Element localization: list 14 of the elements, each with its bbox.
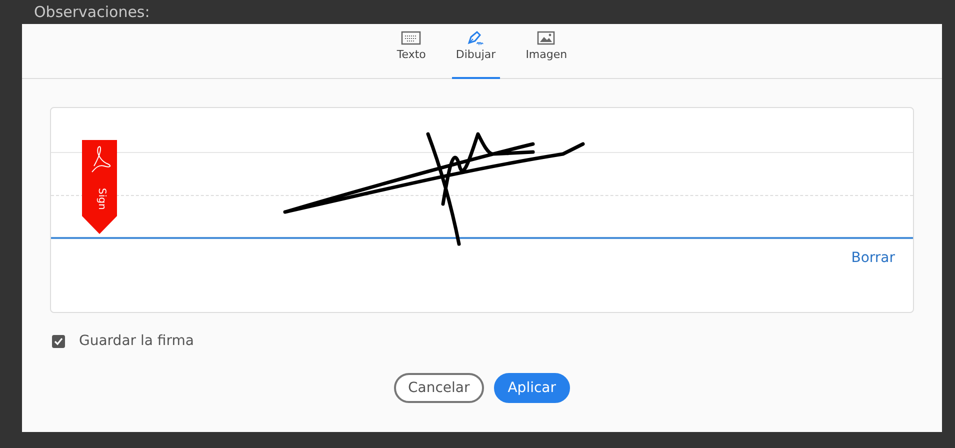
save-checkbox[interactable] <box>52 334 65 348</box>
sign-badge: Sign <box>82 140 117 234</box>
signature-pad[interactable]: Sign Borrar <box>50 107 914 313</box>
pen-icon <box>466 30 486 46</box>
mode-tab[interactable]: Texto <box>392 24 430 79</box>
checkbox-label: Guardar la firma <box>79 333 194 349</box>
mode-tab[interactable]: Dibujar <box>452 24 500 79</box>
apply-button[interactable]: Aplicar <box>494 373 570 403</box>
clear-link[interactable]: Borrar <box>851 250 895 266</box>
image-icon <box>536 30 556 46</box>
mode-tab[interactable]: Imagen <box>522 24 572 79</box>
page-heading: Observaciones: <box>34 3 150 21</box>
cancel-button[interactable]: Cancelar <box>394 373 484 403</box>
keyboard-icon <box>401 30 422 46</box>
